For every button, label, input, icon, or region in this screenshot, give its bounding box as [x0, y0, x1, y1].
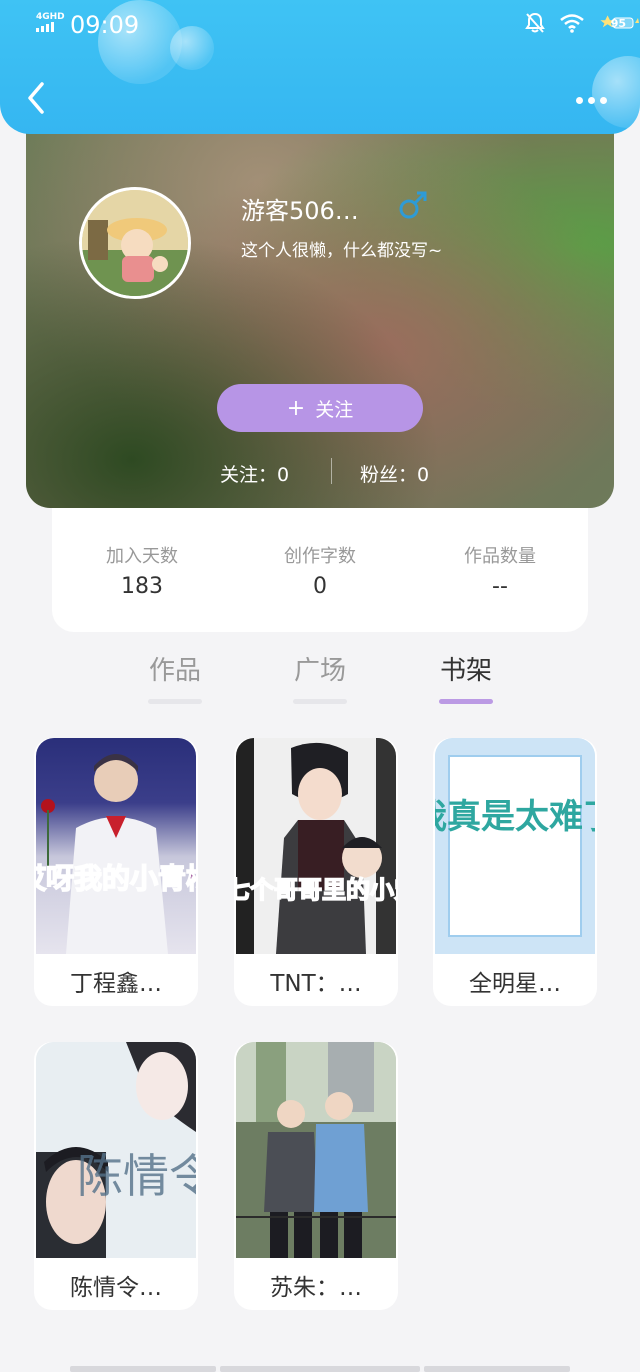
profile-tabs: 作品 广场 书架: [0, 650, 640, 706]
book-cover: [236, 1042, 396, 1258]
stat-word-count: 创作字数 0: [230, 542, 410, 599]
chevron-left-icon: [28, 82, 44, 114]
tab-label: 广场: [293, 656, 346, 686]
male-icon: [399, 191, 427, 219]
book-card[interactable]: 穿越成七个哥哥里的小宠 TNT：…: [234, 738, 398, 1006]
book-title: TNT：…: [270, 971, 362, 997]
fans-count[interactable]: 粉丝：0: [360, 460, 429, 487]
stat-value: --: [492, 574, 508, 599]
user-stats-card: 加入天数 183 创作字数 0 作品数量 --: [52, 508, 588, 632]
tab-underline-active: [439, 699, 493, 704]
stat-works-count: 作品数量 --: [410, 542, 590, 599]
top-header: 4GHD 09:09 95: [0, 0, 640, 134]
book-card[interactable]: 哎呀我的小青梅 丁程鑫…: [34, 738, 198, 1006]
book-cover: 穿越成七个哥哥里的小宠: [236, 738, 396, 954]
back-button[interactable]: [24, 80, 48, 116]
stat-label: 创作字数: [284, 546, 356, 567]
tab-label: 书架: [439, 656, 492, 686]
plus-icon: +: [286, 395, 306, 421]
tab-underline: [293, 699, 347, 704]
status-bar: 4GHD 09:09 95: [0, 0, 640, 50]
cover-title-text: 陈情令: [77, 1149, 196, 1203]
battery-level: 95: [610, 16, 626, 30]
follow-stats: 关注：0 粉丝：0: [26, 458, 614, 488]
follow-button-label: 关注: [315, 398, 354, 421]
network-type: 4GHD: [36, 12, 65, 22]
cover-title-text: 穿越成七个哥哥里的小宠: [236, 876, 396, 904]
book-title: 丁程鑫…: [70, 971, 162, 997]
mute-bell-icon: [524, 12, 545, 33]
book-title: 苏朱：…: [270, 1275, 362, 1301]
tab-works[interactable]: 作品: [135, 650, 215, 704]
stat-join-days: 加入天数 183: [52, 542, 232, 599]
avatar-image: [82, 190, 188, 296]
following-count[interactable]: 关注：0: [220, 460, 289, 487]
cover-title-text: 我真是太难了: [435, 797, 595, 837]
more-dots-icon: [600, 96, 607, 104]
divider: [331, 458, 332, 484]
follow-button[interactable]: + 关注: [217, 384, 423, 432]
wifi-icon: [559, 14, 584, 33]
status-time: 09:09: [70, 11, 140, 39]
stat-value: 183: [121, 574, 163, 599]
cover-title-text: 哎呀我的小青梅: [36, 862, 196, 895]
book-card[interactable]: 苏朱：…: [234, 1042, 398, 1310]
book-title: 陈情令…: [70, 1275, 162, 1301]
book-cover: 我真是太难了: [435, 738, 595, 954]
signal-icon: 4GHD: [36, 12, 65, 34]
tab-label: 作品: [148, 656, 201, 686]
book-card[interactable]: 陈情令 陈情令…: [34, 1042, 198, 1310]
more-dots-icon: [576, 96, 583, 104]
user-bio: 这个人很懒，什么都没写~: [241, 241, 443, 261]
username: 游客506…: [241, 197, 359, 225]
tab-bookshelf[interactable]: 书架: [426, 650, 506, 704]
avatar[interactable]: [79, 187, 191, 299]
tab-square[interactable]: 广场: [280, 650, 360, 704]
more-options-button[interactable]: [576, 88, 612, 112]
battery-icon: 95: [599, 14, 639, 32]
book-title: 全明星…: [469, 971, 561, 997]
stat-label: 加入天数: [106, 546, 178, 567]
bottom-handle-bars: [70, 1366, 570, 1372]
book-cover: 哎呀我的小青梅: [36, 738, 196, 954]
tab-underline: [148, 699, 202, 704]
more-dots-icon: [588, 96, 595, 104]
profile-card: 游客506… 这个人很懒，什么都没写~ + 关注 关注：0 粉丝：0: [26, 106, 614, 508]
book-cover: 陈情令: [36, 1042, 196, 1258]
book-card[interactable]: 我真是太难了 全明星…: [433, 738, 597, 1006]
stat-label: 作品数量: [464, 546, 536, 567]
stat-value: 0: [313, 574, 327, 599]
